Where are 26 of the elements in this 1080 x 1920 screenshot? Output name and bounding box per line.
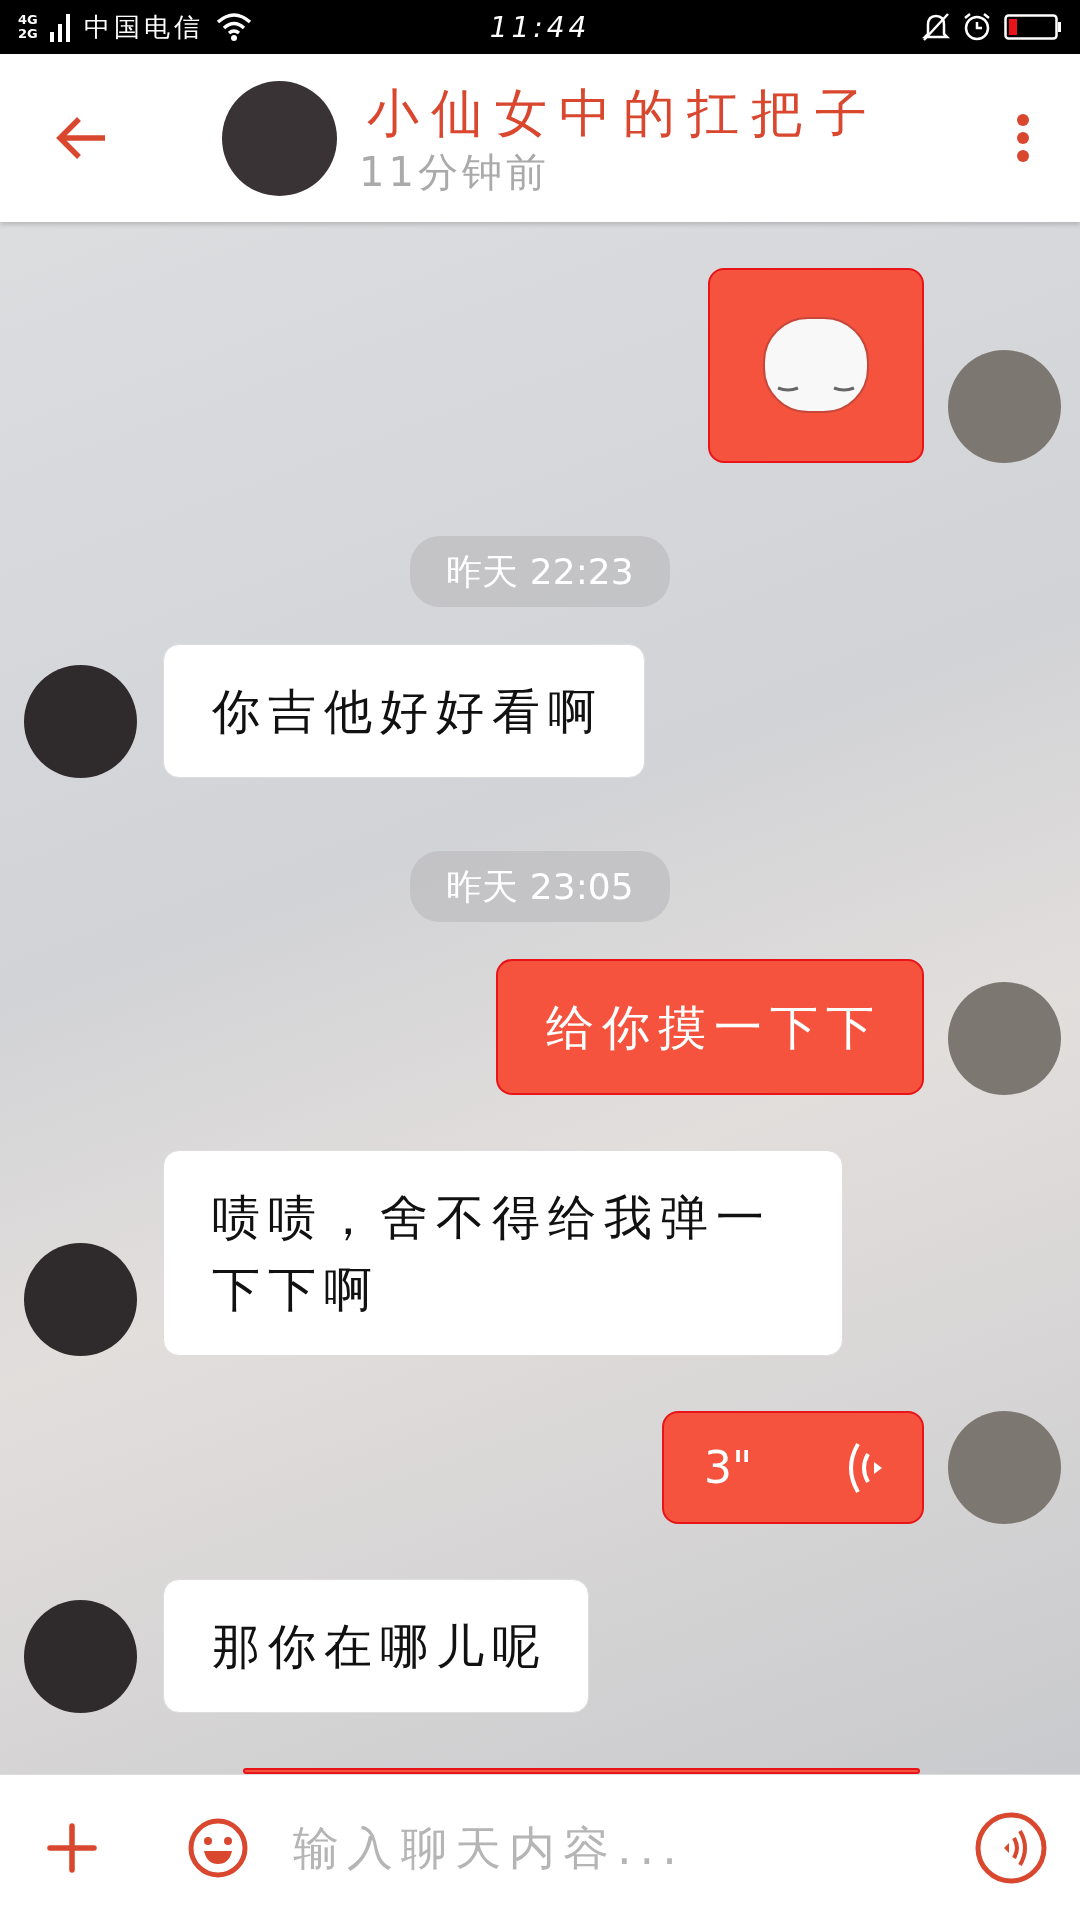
message-bubble: 那你在哪儿呢: [163, 1579, 589, 1713]
sticker-message[interactable]: [708, 268, 924, 463]
bell-off-icon: [922, 12, 950, 42]
message-bubble: 给你摸一下下: [496, 959, 924, 1095]
network-type: 4G: [18, 13, 38, 27]
message-input-field[interactable]: 输入聊天内容...: [291, 1819, 944, 1876]
last-seen-time: 11分钟前: [359, 148, 551, 197]
smiley-icon[interactable]: [187, 1816, 249, 1879]
back-arrow-icon[interactable]: [55, 115, 107, 161]
message-bubble: 啧啧，舍不得给我弹一下下啊: [163, 1150, 843, 1356]
more-options-icon[interactable]: [1016, 113, 1030, 163]
network-type: 2G: [18, 27, 38, 41]
wifi-icon: [215, 12, 252, 42]
signal-icon: [49, 12, 72, 42]
voice-message[interactable]: 3": [662, 1411, 924, 1524]
voice-duration: 3": [704, 1442, 753, 1493]
message-bubble: 你吉他好好看啊: [163, 644, 645, 778]
voice-input-icon[interactable]: [974, 1810, 1048, 1885]
alarm-icon: [962, 12, 992, 42]
plus-icon[interactable]: [47, 1822, 97, 1873]
contact-name: 小仙女中的扛把子: [367, 82, 880, 145]
timestamp: 昨天 22:23: [410, 536, 670, 607]
timestamp: 昨天 23:05: [410, 851, 670, 922]
battery-icon: [1004, 14, 1062, 40]
clock-time: 11:44: [488, 10, 592, 44]
carrier-name: 中国电信: [83, 10, 204, 44]
